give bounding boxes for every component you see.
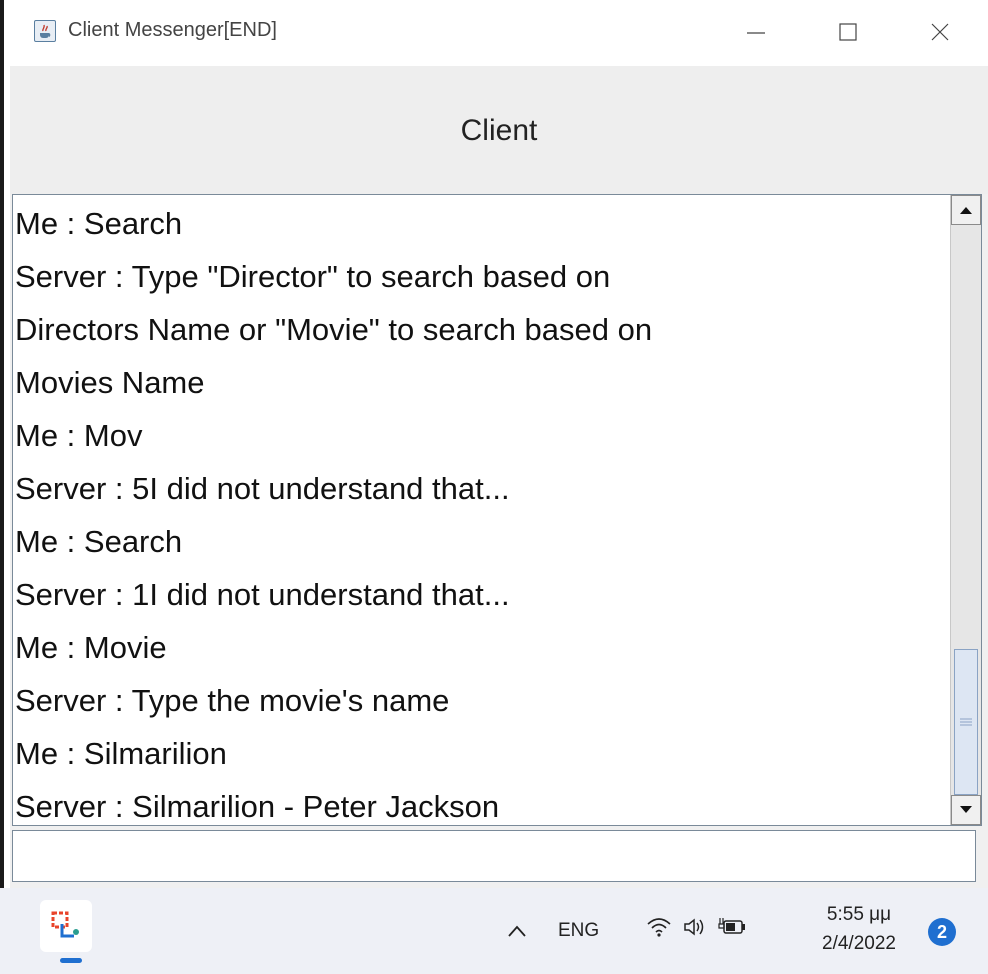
chat-line: Me : Search <box>15 206 183 241</box>
chat-line: Server : Silmarilion - Peter Jackson <box>15 789 500 824</box>
active-app-indicator <box>60 958 82 963</box>
language-indicator[interactable]: ENG <box>558 920 599 942</box>
taskbar: ENG 5:55 μμ 2/4/2022 2 <box>0 888 988 974</box>
clock-date: 2/4/2022 <box>822 933 896 954</box>
minimize-icon <box>747 32 765 34</box>
message-input[interactable] <box>12 830 976 882</box>
chat-line: Server : 1I did not understand that... <box>15 577 510 612</box>
arrow-up-icon <box>960 207 972 214</box>
maximize-icon <box>839 23 857 41</box>
chevron-up-icon[interactable] <box>502 914 532 948</box>
title-bar[interactable]: Client Messenger[END] <box>10 0 988 66</box>
scroll-thumb[interactable] <box>954 649 978 795</box>
minimize-button[interactable] <box>726 8 786 56</box>
volume-icon[interactable] <box>680 912 710 942</box>
snipping-tool-icon[interactable] <box>40 900 92 952</box>
chat-scrollbar[interactable] <box>950 195 981 825</box>
chat-log[interactable]: Me : Search Server : Type "Director" to … <box>12 194 982 826</box>
chat-line: Me : Silmarilion <box>15 736 227 771</box>
chat-line: Server : 5I did not understand that... <box>15 471 510 506</box>
client-messenger-window: Client Messenger[END] Client Me : Search… <box>10 0 988 888</box>
wifi-icon[interactable] <box>644 912 674 942</box>
desktop-edge-bar <box>0 0 4 900</box>
clock-time: 5:55 μμ <box>826 904 892 925</box>
scroll-up-button[interactable] <box>951 195 981 225</box>
window-title: Client Messenger[END] <box>68 19 277 41</box>
chat-line: Server : Type the movie's name <box>15 683 450 718</box>
notification-badge[interactable]: 2 <box>928 918 956 946</box>
desktop-edge <box>0 0 10 900</box>
chat-line: Me : Movie <box>15 630 167 665</box>
battery-charging-icon[interactable] <box>716 912 750 942</box>
header-panel: Client <box>10 66 988 194</box>
chat-line: Server : Type "Director" to search based… <box>15 259 611 294</box>
scroll-down-button[interactable] <box>951 795 981 825</box>
system-clock[interactable]: 5:55 μμ 2/4/2022 <box>804 900 914 958</box>
grip-icon <box>960 718 972 726</box>
arrow-down-icon <box>960 806 972 813</box>
close-icon <box>931 23 949 41</box>
java-cup-icon <box>34 20 56 42</box>
chat-line: Movies Name <box>15 365 205 400</box>
maximize-button[interactable] <box>818 8 878 56</box>
header-title: Client <box>460 114 538 147</box>
chat-line: Me : Mov <box>15 418 143 453</box>
chat-line: Me : Search <box>15 524 183 559</box>
chat-line: Directors Name or "Movie" to search base… <box>15 312 653 347</box>
chat-lines: Me : Search Server : Type "Director" to … <box>15 197 945 833</box>
close-button[interactable] <box>910 8 970 56</box>
